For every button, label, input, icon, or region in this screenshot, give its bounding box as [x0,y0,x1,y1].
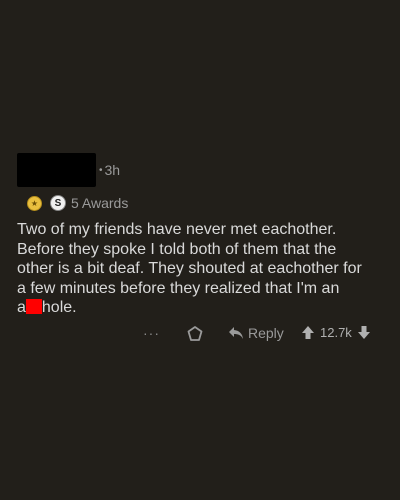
comment-body-last-line: a hole. [17,298,383,318]
awards-count: 5 Awards [71,195,129,211]
reply-arrow-icon [229,327,243,339]
reply-label: Reply [248,325,284,341]
vote-score: 12.7k [320,325,352,340]
comment-timestamp: 3h [104,162,121,178]
vote-group: 12.7k [301,325,371,340]
downvote-arrow-icon[interactable] [357,325,371,340]
silver-award-icon: S [50,195,66,211]
comment: • 3h ★ S 5 Awards Two of my friends have… [0,0,400,500]
comment-body-line: Before they spoke I told both of them th… [17,240,337,258]
awards-row[interactable]: ★ S 5 Awards [27,193,128,213]
last-line-prefix: a [17,299,26,316]
comment-header: • 3h [17,153,120,187]
give-award-icon[interactable] [186,325,204,343]
gold-award-icon: ★ [27,195,42,211]
comment-body: Two of my friends have never met eachoth… [17,220,383,318]
more-options-button[interactable]: ··· [143,325,160,341]
comment-body-line: Two of my friends have never met eachoth… [17,221,337,238]
redacted-username [17,153,96,187]
comment-body-line: a few minutes before they realized that … [17,279,340,297]
upvote-arrow-icon[interactable] [301,325,315,340]
comment-body-line: other is a bit deaf. They shouted at eac… [17,260,362,277]
reply-button[interactable]: Reply [228,325,284,341]
redacted-word [25,299,42,314]
comment-actions: ··· Reply 12.7k [0,322,400,346]
last-line-suffix: hole. [41,299,77,316]
meta-separator: • [99,164,103,176]
